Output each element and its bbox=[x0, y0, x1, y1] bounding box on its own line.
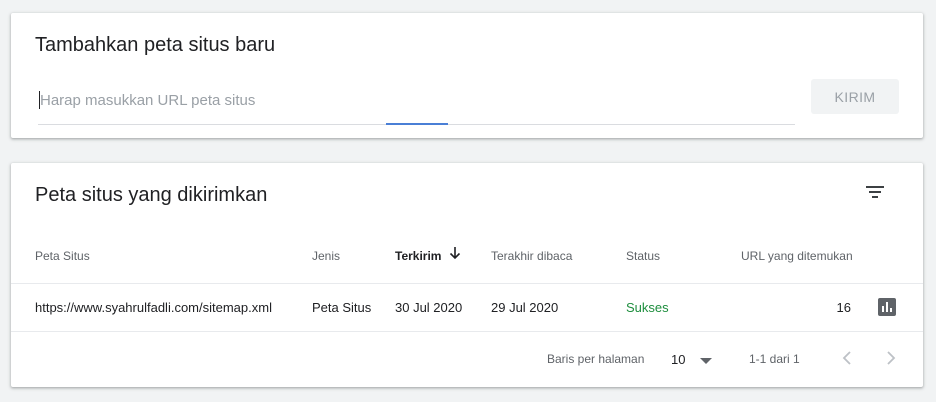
status-cell: Sukses bbox=[626, 300, 669, 315]
text-caret bbox=[39, 91, 40, 109]
submit-button[interactable]: KIRIM bbox=[811, 79, 899, 114]
column-header-status[interactable]: Status bbox=[626, 249, 660, 263]
column-header-type[interactable]: Jenis bbox=[312, 249, 340, 263]
header-divider bbox=[11, 283, 923, 284]
type-cell: Peta Situs bbox=[312, 300, 372, 315]
column-header-submitted[interactable]: Terkirim bbox=[395, 249, 441, 263]
add-sitemap-title: Tambahkan peta situs baru bbox=[35, 34, 276, 56]
rows-per-page-label: Baris per halaman bbox=[547, 352, 645, 366]
discovered-urls-cell: 16 bbox=[836, 300, 851, 315]
row-divider bbox=[11, 331, 923, 332]
last-read-cell: 29 Jul 2020 bbox=[491, 300, 559, 315]
bar-chart-icon[interactable] bbox=[878, 298, 896, 316]
pagination-range: 1-1 dari 1 bbox=[749, 352, 800, 366]
sitemap-url-field[interactable] bbox=[38, 89, 795, 125]
caret-down-icon[interactable] bbox=[700, 358, 712, 364]
submitted-sitemaps-title: Peta situs yang dikirimkan bbox=[35, 184, 268, 206]
chevron-left-icon[interactable] bbox=[839, 349, 855, 367]
column-header-discovered-urls[interactable]: URL yang ditemukan bbox=[741, 249, 853, 263]
rows-per-page-select[interactable]: 10 bbox=[671, 352, 685, 367]
column-header-sitemap[interactable]: Peta Situs bbox=[35, 249, 90, 263]
sitemap-url-input[interactable] bbox=[38, 89, 795, 111]
arrow-down-icon bbox=[449, 247, 461, 260]
filter-icon[interactable] bbox=[864, 183, 886, 201]
submitted-cell: 30 Jul 2020 bbox=[395, 300, 463, 315]
sitemap-url-cell: https://www.syahrulfadli.com/sitemap.xml bbox=[35, 300, 272, 315]
input-focus-indicator bbox=[386, 123, 448, 125]
column-header-last-read[interactable]: Terakhir dibaca bbox=[491, 249, 572, 263]
add-sitemap-card: Tambahkan peta situs baru KIRIM bbox=[11, 13, 923, 138]
chevron-right-icon[interactable] bbox=[883, 349, 899, 367]
submitted-sitemaps-card: Peta situs yang dikirimkan Peta Situs Je… bbox=[11, 163, 923, 387]
